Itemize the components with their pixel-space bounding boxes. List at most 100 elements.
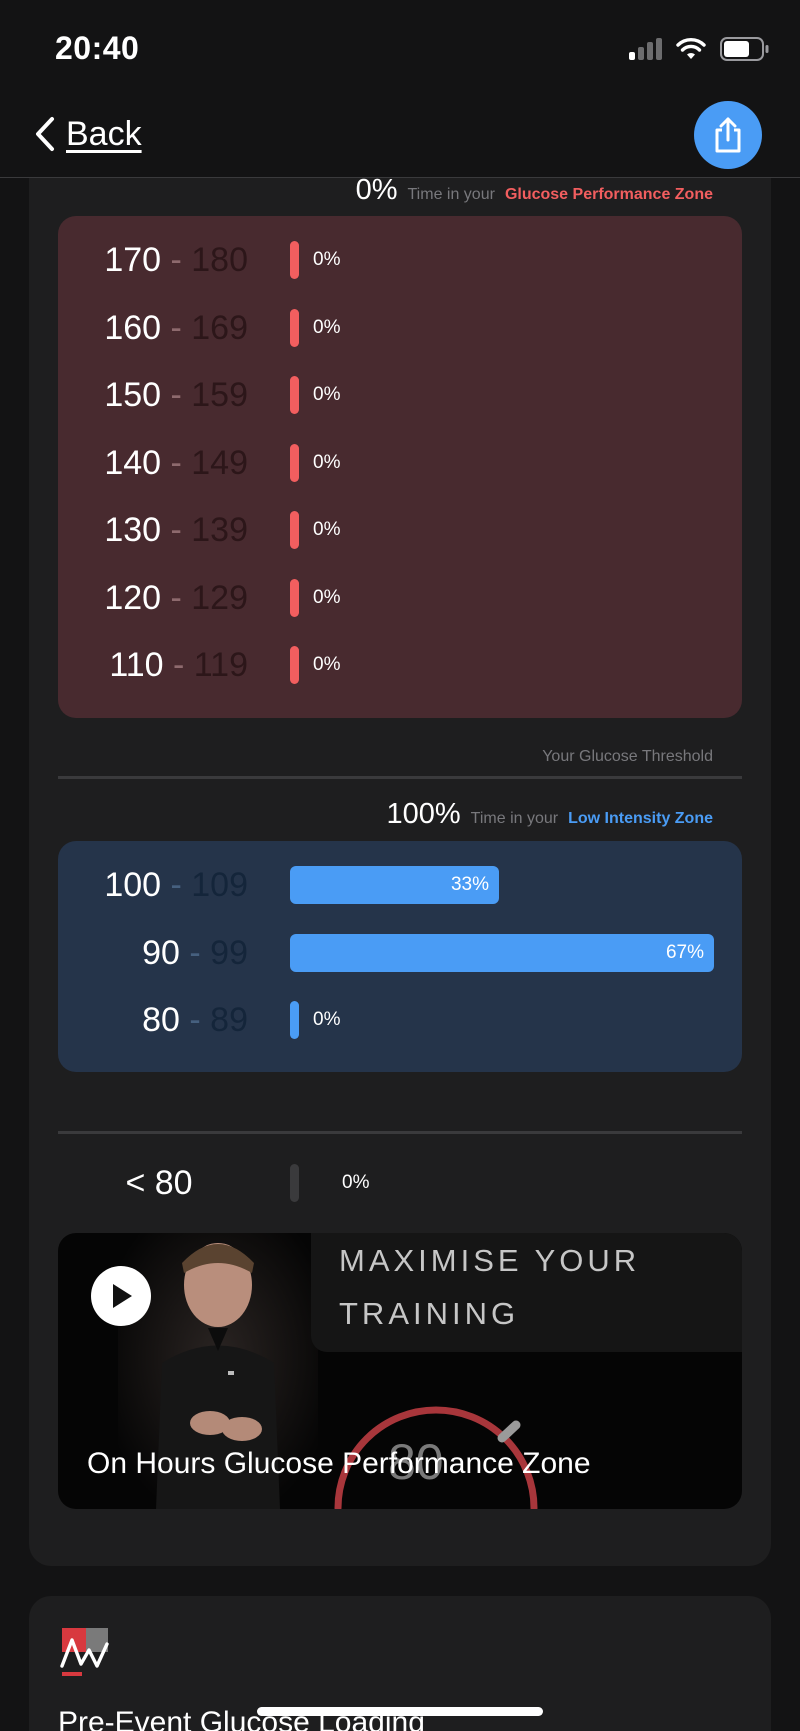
range-high: 109 xyxy=(191,866,248,904)
glucose-threshold-label: Your Glucose Threshold xyxy=(542,748,713,765)
performance-zone-bar xyxy=(290,376,299,414)
low-zone-header: 100% Time in your Low Intensity Zone xyxy=(387,798,714,831)
range-separator: - xyxy=(161,866,192,904)
performance-zone-row: 150 - 159 0% xyxy=(58,375,742,415)
below-80-percent: 0% xyxy=(342,1172,370,1193)
performance-zone-bar xyxy=(290,443,299,482)
low-zone-row: 80 - 89 0% xyxy=(58,1000,742,1040)
low-zone-range: 90 - 99 xyxy=(142,933,248,973)
banner-line-2: TRAINING xyxy=(339,1296,520,1331)
home-indicator xyxy=(257,1707,543,1716)
below-80-row: < 80 0% xyxy=(58,1163,742,1203)
performance-zone-percent: 0% xyxy=(313,451,341,473)
performance-zone-bar xyxy=(290,241,299,279)
range-low: 130 xyxy=(104,511,162,549)
performance-zone-range: 140 - 149 xyxy=(104,443,248,483)
battery-icon xyxy=(720,37,769,61)
performance-zone-name: Glucose Performance Zone xyxy=(504,186,713,203)
range-separator: - xyxy=(161,443,192,482)
performance-zone-row: 120 - 129 0% xyxy=(58,578,742,618)
low-zone-percent: 33% xyxy=(450,874,489,895)
range-low: 140 xyxy=(104,443,162,482)
low-zone-bar xyxy=(290,1001,299,1039)
status-bar: 20:40 xyxy=(0,0,800,96)
performance-zone-prefix: Time in your xyxy=(407,186,495,203)
play-button[interactable] xyxy=(91,1266,151,1326)
range-high: 169 xyxy=(191,308,248,347)
low-zone-divider xyxy=(58,1131,742,1134)
range-high: 119 xyxy=(193,646,248,684)
range-separator: - xyxy=(161,308,192,347)
video-card[interactable]: MAXIMISE YOUR TRAINING 80 On Hours Gluco… xyxy=(58,1233,742,1509)
range-high: 89 xyxy=(210,1001,248,1039)
range-separator: - xyxy=(161,511,192,549)
play-icon xyxy=(113,1284,132,1308)
performance-zone-range: 150 - 159 xyxy=(104,375,248,415)
status-icons xyxy=(629,34,770,64)
performance-zone-percent: 0% xyxy=(313,249,341,270)
performance-zone-percent: 0% xyxy=(355,174,398,206)
range-low: 120 xyxy=(104,578,162,617)
back-button[interactable]: Back xyxy=(34,112,142,156)
performance-zone-row: 170 - 180 0% xyxy=(58,240,742,280)
performance-zone-percent: 0% xyxy=(313,586,341,608)
range-low: 110 xyxy=(109,646,164,684)
performance-zone-range: 170 - 180 xyxy=(104,240,248,280)
range-high: 159 xyxy=(191,376,248,414)
performance-zone-row: 130 - 139 0% xyxy=(58,510,742,550)
low-zone-percent: 100% xyxy=(386,798,461,830)
range-separator: - xyxy=(161,376,192,414)
below-80-bar xyxy=(290,1164,299,1202)
low-zone-prefix: Time in your xyxy=(470,810,559,827)
back-label: Back xyxy=(66,114,142,153)
share-icon xyxy=(715,117,741,153)
performance-zone-range: 160 - 169 xyxy=(104,308,248,348)
performance-zone-panel: 170 - 180 0% 160 - 169 0% 150 - 159 0% 140 - 1… xyxy=(58,216,742,718)
glucose-zones-card: 0% Time in your Glucose Performance Zone… xyxy=(29,174,771,1566)
screen: 20:40 Back 0% Time in your Glucose Perfo… xyxy=(0,0,800,1731)
range-high: 180 xyxy=(191,241,248,279)
performance-zone-range: 130 - 139 xyxy=(104,510,248,550)
performance-zone-range: 110 - 119 xyxy=(109,645,248,685)
range-low: 160 xyxy=(104,308,162,347)
range-separator: - xyxy=(179,933,211,972)
range-high: 139 xyxy=(191,511,248,549)
range-low: 100 xyxy=(104,866,162,904)
performance-zone-bar xyxy=(290,578,299,617)
range-low: 80 xyxy=(142,1001,180,1039)
performance-zone-row: 110 - 119 0% xyxy=(58,645,742,685)
range-high: 149 xyxy=(191,443,248,482)
performance-zone-percent: 0% xyxy=(313,519,341,540)
glucose-logo-icon xyxy=(60,1628,109,1676)
performance-zone-bar xyxy=(290,308,299,347)
range-separator: - xyxy=(161,578,192,617)
cellular-signal-icon xyxy=(629,38,662,60)
performance-zone-bar xyxy=(290,646,299,684)
performance-zone-bar xyxy=(290,511,299,549)
chevron-left-icon xyxy=(36,117,54,151)
nav-bar: Back xyxy=(0,96,800,178)
video-banner: MAXIMISE YOUR TRAINING xyxy=(311,1233,742,1352)
performance-zone-row: 160 - 169 0% xyxy=(58,308,742,348)
status-time: 20:40 xyxy=(55,30,140,66)
range-low: 90 xyxy=(142,933,180,972)
range-high: 129 xyxy=(191,578,248,617)
range-low: 170 xyxy=(104,241,162,279)
range-low: 150 xyxy=(104,376,162,414)
banner-line-1: MAXIMISE YOUR xyxy=(339,1243,641,1278)
performance-zone-percent: 0% xyxy=(313,654,341,675)
low-zone-range: 80 - 89 xyxy=(142,1000,248,1040)
video-title: On Hours Glucose Performance Zone xyxy=(87,1447,591,1480)
performance-zone-percent: 0% xyxy=(313,384,341,405)
share-button[interactable] xyxy=(694,101,762,169)
low-zone-percent: 0% xyxy=(313,1009,341,1030)
performance-zone-percent: 0% xyxy=(313,316,341,338)
performance-zone-row: 140 - 149 0% xyxy=(58,443,742,483)
low-zone-row: 90 - 99 67% xyxy=(58,933,742,973)
low-zone-percent: 67% xyxy=(665,941,704,963)
below-80-label: < 80 xyxy=(125,1164,193,1202)
low-intensity-zone-panel: 100 - 109 33% 90 - 99 67% 80 - 89 0% xyxy=(58,841,742,1072)
low-zone-name: Low Intensity Zone xyxy=(568,810,713,827)
low-zone-row: 100 - 109 33% xyxy=(58,865,742,905)
range-high: 99 xyxy=(210,933,248,972)
